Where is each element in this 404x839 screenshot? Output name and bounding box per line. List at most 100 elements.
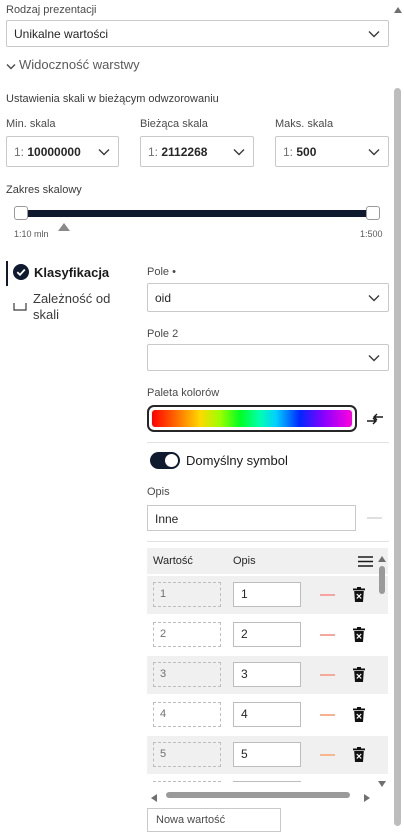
nav-item-scale-dependence-label: Zależność od skali [33,291,111,322]
table-row: 4 4 [147,696,388,734]
scale-range-label: Zakres skalowy [6,184,82,196]
palette-gradient [152,410,352,427]
max-scale-prefix: 1: [283,144,294,159]
desc-value: Inne [155,512,179,526]
default-symbol-label: Domyślny symbol [186,453,288,468]
chevron-down-icon [368,148,380,156]
new-value-input[interactable]: Nowa wartość [147,808,281,832]
table-header: Wartość Opis [147,548,388,574]
nav-item-scale-dependence[interactable]: Zależność od skali [13,290,138,326]
symbol-swatch[interactable] [320,714,335,716]
symbol-swatch[interactable] [320,674,335,676]
value-field[interactable]: 5 [153,742,221,767]
min-scale-prefix: 1: [14,144,25,159]
nav-active-indicator [6,261,8,286]
value-field [153,781,221,782]
trash-icon[interactable] [353,627,365,642]
panel-divider [147,442,389,443]
scroll-up-icon[interactable] [394,2,402,16]
scale-range-track [20,210,373,217]
chevron-down-icon [98,148,110,156]
table-row: 3 3 [147,656,388,694]
nav-item-classification-label: Klasyfikacja [34,265,110,280]
table-hscroll-thumb[interactable] [166,792,350,798]
desc-input[interactable]: Inne [147,505,356,531]
scroll-right-icon[interactable] [364,791,370,805]
scroll-left-icon[interactable] [151,791,157,805]
visibility-section-toggle[interactable]: Widoczność warstwy [4,57,204,75]
table-row-partial [147,776,375,782]
table-scroll-thumb[interactable] [379,566,385,594]
scroll-up-icon[interactable] [378,551,386,565]
palette-label: Paleta kolorów [147,387,220,399]
main-scrollbar[interactable] [392,0,404,839]
default-symbol-toggle[interactable] [150,452,180,469]
visibility-section-title: Widoczność warstwy [19,57,140,72]
table-row: 5 5 [147,736,388,774]
symbol-swatch[interactable] [320,754,335,756]
value-field[interactable]: 4 [153,702,221,727]
min-scale-value: 10000000 [27,144,81,159]
table-row: 2 2 [147,616,388,654]
scale-settings-label: Ustawienia skali w bieżącym odwzorowaniu [6,93,219,105]
presentation-value: Unikalne wartości [14,26,109,41]
max-scale-select[interactable]: 1: 500 [275,136,389,167]
main-scroll-thumb[interactable] [394,88,401,826]
toggle-knob [165,454,178,467]
col-value-header: Wartość [153,555,193,567]
field-select[interactable]: oid [147,283,389,312]
desc-label: Opis [147,486,170,498]
min-scale-select[interactable]: 1: 10000000 [6,136,119,167]
value-field[interactable]: 1 [153,582,221,607]
scale-range-min-text: 1:10 mln [14,229,49,239]
trash-icon[interactable] [353,707,365,722]
chevron-down-icon [368,294,380,302]
current-scale-label: Bieżąca skala [140,118,208,130]
nav-item-classification[interactable]: Klasyfikacja [13,263,138,283]
menu-icon[interactable] [358,556,373,570]
desc-field[interactable]: 1 [233,582,301,607]
swap-arrows-icon[interactable] [366,412,384,429]
table-scrollbar[interactable] [376,548,388,787]
presentation-select[interactable]: Unikalne wartości [6,20,389,47]
value-field[interactable]: 3 [153,662,221,687]
field-value: oid [155,290,172,305]
max-scale-value: 500 [296,144,317,159]
panel-divider [147,541,389,542]
check-circle-icon [13,264,29,283]
desc-field[interactable]: 2 [233,622,301,647]
table-row: 1 1 [147,576,388,614]
trash-icon[interactable] [353,667,365,682]
max-scale-label: Maks. skala [275,118,334,130]
scale-range-min-handle[interactable] [14,206,28,220]
current-scale-select[interactable]: 1: 2112268 [140,136,254,167]
empty-step-icon [13,300,27,314]
desc-field[interactable]: 4 [233,702,301,727]
trash-icon[interactable] [353,747,365,762]
field-label: Pole • [147,266,176,278]
current-scale-prefix: 1: [148,144,159,159]
col-desc-header: Opis [233,555,256,567]
color-palette-picker[interactable] [147,405,357,432]
scroll-down-icon[interactable] [378,776,386,790]
table-hscrollbar[interactable] [147,789,375,802]
desc-field [233,781,301,782]
field2-select[interactable] [147,344,389,371]
scale-range-max-handle[interactable] [366,206,380,220]
current-scale-marker-icon [58,220,70,234]
desc-field[interactable]: 3 [233,662,301,687]
current-scale-value: 2112268 [161,144,208,159]
symbol-swatch[interactable] [320,634,335,636]
chevron-down-icon [233,148,245,156]
scale-range-slider[interactable] [14,204,382,231]
min-scale-label: Min. skala [6,118,56,130]
chevron-down-icon [6,60,16,74]
field2-label: Pole 2 [147,328,179,340]
trash-icon[interactable] [353,587,365,602]
desc-field[interactable]: 5 [233,742,301,767]
scale-range-max-text: 1:500 [360,229,383,239]
default-symbol-swatch [367,517,382,519]
value-field[interactable]: 2 [153,622,221,647]
symbol-swatch[interactable] [320,594,335,596]
chevron-down-icon [368,354,380,362]
